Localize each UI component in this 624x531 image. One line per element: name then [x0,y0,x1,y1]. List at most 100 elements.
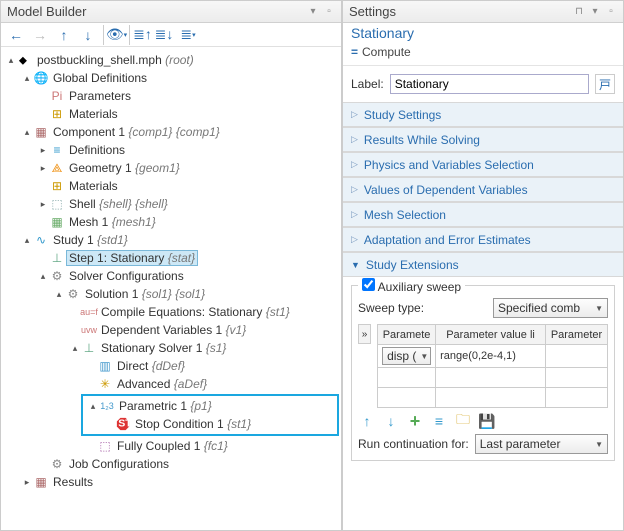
tree-shell[interactable]: ▸ ⬚ Shell {shell} {shell} [3,195,339,213]
tree-materials-global[interactable]: ⊞ Materials [3,105,339,123]
tree-view-button[interactable]: ≣▾ [177,25,199,45]
back-button[interactable]: ← [5,25,27,45]
twisty-icon[interactable]: ▸ [37,145,49,156]
close-icon[interactable]: ▫ [605,6,617,18]
parametric-icon: 1₂3 [99,398,115,414]
section-physics-vars[interactable]: ▷Physics and Variables Selection [343,153,623,177]
param-unit-cell[interactable] [546,345,608,368]
minimize-icon[interactable]: ▾ [307,6,319,18]
section-mesh-sel[interactable]: ▷Mesh Selection [343,203,623,227]
expand-all-button[interactable]: ≣↓ [153,25,175,45]
twisty-icon[interactable]: ▸ [37,199,49,210]
model-tree[interactable]: ▴ ◆ postbuckling_shell.mph (root) ▴ 🌐 Gl… [1,47,341,530]
svg-text:STOP: STOP [118,418,130,430]
tree-root[interactable]: ▴ ◆ postbuckling_shell.mph (root) [3,51,339,69]
table-row-empty[interactable] [378,388,608,408]
run-cont-label: Run continuation for: [358,437,469,451]
results-icon: ▦ [33,474,49,490]
tree-direct[interactable]: ▥ Direct {dDef} [3,357,339,375]
aux-sweep-checkbox[interactable] [362,278,375,291]
twisty-icon[interactable]: ▸ [21,477,33,488]
param-table[interactable]: ParameteParameter value liParameter disp… [377,324,608,408]
table-row-empty[interactable] [378,368,608,388]
highlight-box: ▴ 1₂3 Parametric 1 {p1} STOP Stop Condit… [81,394,339,436]
tree-definitions[interactable]: ▸ ≡ Definitions [3,141,339,159]
tree-depvars[interactable]: uvw Dependent Variables 1 {v1} [3,321,339,339]
compute-icon: = [351,45,358,59]
component-icon: ▦ [33,124,49,140]
twisty-icon[interactable]: ▴ [21,127,33,138]
move-up-button[interactable]: ↑ [358,412,376,430]
rename-button[interactable]: 戸 [595,74,615,94]
tree-stationary-solver[interactable]: ▴ ⊥ Stationary Solver 1 {s1} [3,339,339,357]
tree-solver-configs[interactable]: ▴ ⚙ Solver Configurations [3,267,339,285]
tree-fully-coupled[interactable]: ⬚ Fully Coupled 1 {fc1} [3,437,339,455]
up-button[interactable]: ↑ [53,25,75,45]
run-cont-combo[interactable]: Last parameter▼ [475,434,608,454]
twisty-icon[interactable]: ▴ [53,289,65,300]
chevron-down-icon: ▼ [420,352,428,361]
add-button[interactable]: + [406,412,424,430]
chevron-down-icon: ▼ [595,440,603,449]
twisty-icon[interactable]: ▴ [21,235,33,246]
section-results-while[interactable]: ▷Results While Solving [343,128,623,152]
tree-advanced[interactable]: ✳ Advanced {aDef} [3,375,339,393]
geometry-icon: ⟁ [49,160,65,176]
tree-geometry[interactable]: ▸ ⟁ Geometry 1 {geom1} [3,159,339,177]
chevron-right-icon: ▷ [351,234,358,245]
depvars-icon: uvw [81,322,97,338]
aux-sweep-group: Auxiliary sweep Sweep type: Specified co… [351,285,615,461]
tree-mesh[interactable]: ▦ Mesh 1 {mesh1} [3,213,339,231]
twisty-icon[interactable]: ▴ [87,401,99,412]
chevron-right-icon: ▷ [351,109,358,120]
minimize-icon[interactable]: ▾ [589,6,601,18]
tree-compile[interactable]: au=f Compile Equations: Stationary {st1} [3,303,339,321]
tree-materials-comp[interactable]: ⊞ Materials [3,177,339,195]
delete-button[interactable]: 🗀 [454,412,472,430]
collapse-all-button[interactable]: ≣↑ [129,25,151,45]
tree-study[interactable]: ▴ ∿ Study 1 {std1} [3,231,339,249]
twisty-icon[interactable]: ▸ [37,163,49,174]
param-name-combo[interactable]: disp (▼ [382,347,431,365]
twisty-icon[interactable]: ▴ [5,55,17,66]
tree-global-defs[interactable]: ▴ 🌐 Global Definitions [3,69,339,87]
label-input[interactable] [390,74,589,94]
tree-results[interactable]: ▸ ▦ Results [3,473,339,491]
sweep-type-combo[interactable]: Specified comb▼ [493,298,608,318]
tree-component[interactable]: ▴ ▦ Component 1 {comp1} {comp1} [3,123,339,141]
tree-job-configs[interactable]: ⚙ Job Configurations [3,455,339,473]
list-button[interactable]: ≡ [430,412,448,430]
table-expand-button[interactable]: » [358,324,371,344]
move-down-button[interactable]: ↓ [382,412,400,430]
show-button[interactable]: 👁▾ [103,25,125,45]
tree-solution[interactable]: ▴ ⚙ Solution 1 {sol1} {sol1} [3,285,339,303]
section-study-settings[interactable]: ▷Study Settings [343,103,623,127]
chevron-right-icon: ▷ [351,159,358,170]
twisty-icon[interactable]: ▴ [37,271,49,282]
tree-stop-condition[interactable]: STOP Stop Condition 1 {st1} [83,415,337,433]
save-button[interactable]: 💾 [478,412,496,430]
param-values-cell[interactable]: range(0,2e-4,1) [436,345,546,368]
sweep-type-label: Sweep type: [358,301,424,315]
section-adapt-err[interactable]: ▷Adaptation and Error Estimates [343,228,623,252]
section-dep-values[interactable]: ▷Values of Dependent Variables [343,178,623,202]
close-icon[interactable]: ▫ [323,6,335,18]
section-study-ext[interactable]: ▼Study Extensions [343,253,623,277]
fully-coupled-icon: ⬚ [97,438,113,454]
tree-parameters[interactable]: Pi Parameters [3,87,339,105]
twisty-icon[interactable]: ▴ [21,73,33,84]
tree-step-stationary[interactable]: ⊥ Step 1: Stationary {stat} [3,249,339,267]
pi-icon: Pi [49,88,65,104]
pin-icon[interactable]: ⊓ [573,6,585,18]
forward-button[interactable]: → [29,25,51,45]
compute-button[interactable]: = Compute [343,43,623,66]
stationary-icon: ⊥ [49,250,65,266]
materials-icon: ⊞ [49,106,65,122]
model-builder-header: Model Builder ▾ ▫ [1,1,341,23]
table-row[interactable]: disp (▼ range(0,2e-4,1) [378,345,608,368]
tree-parametric[interactable]: ▴ 1₂3 Parametric 1 {p1} [83,397,337,415]
chevron-right-icon: ▷ [351,184,358,195]
study-ext-body: Auxiliary sweep Sweep type: Specified co… [343,277,623,469]
down-button[interactable]: ↓ [77,25,99,45]
twisty-icon[interactable]: ▴ [69,343,81,354]
